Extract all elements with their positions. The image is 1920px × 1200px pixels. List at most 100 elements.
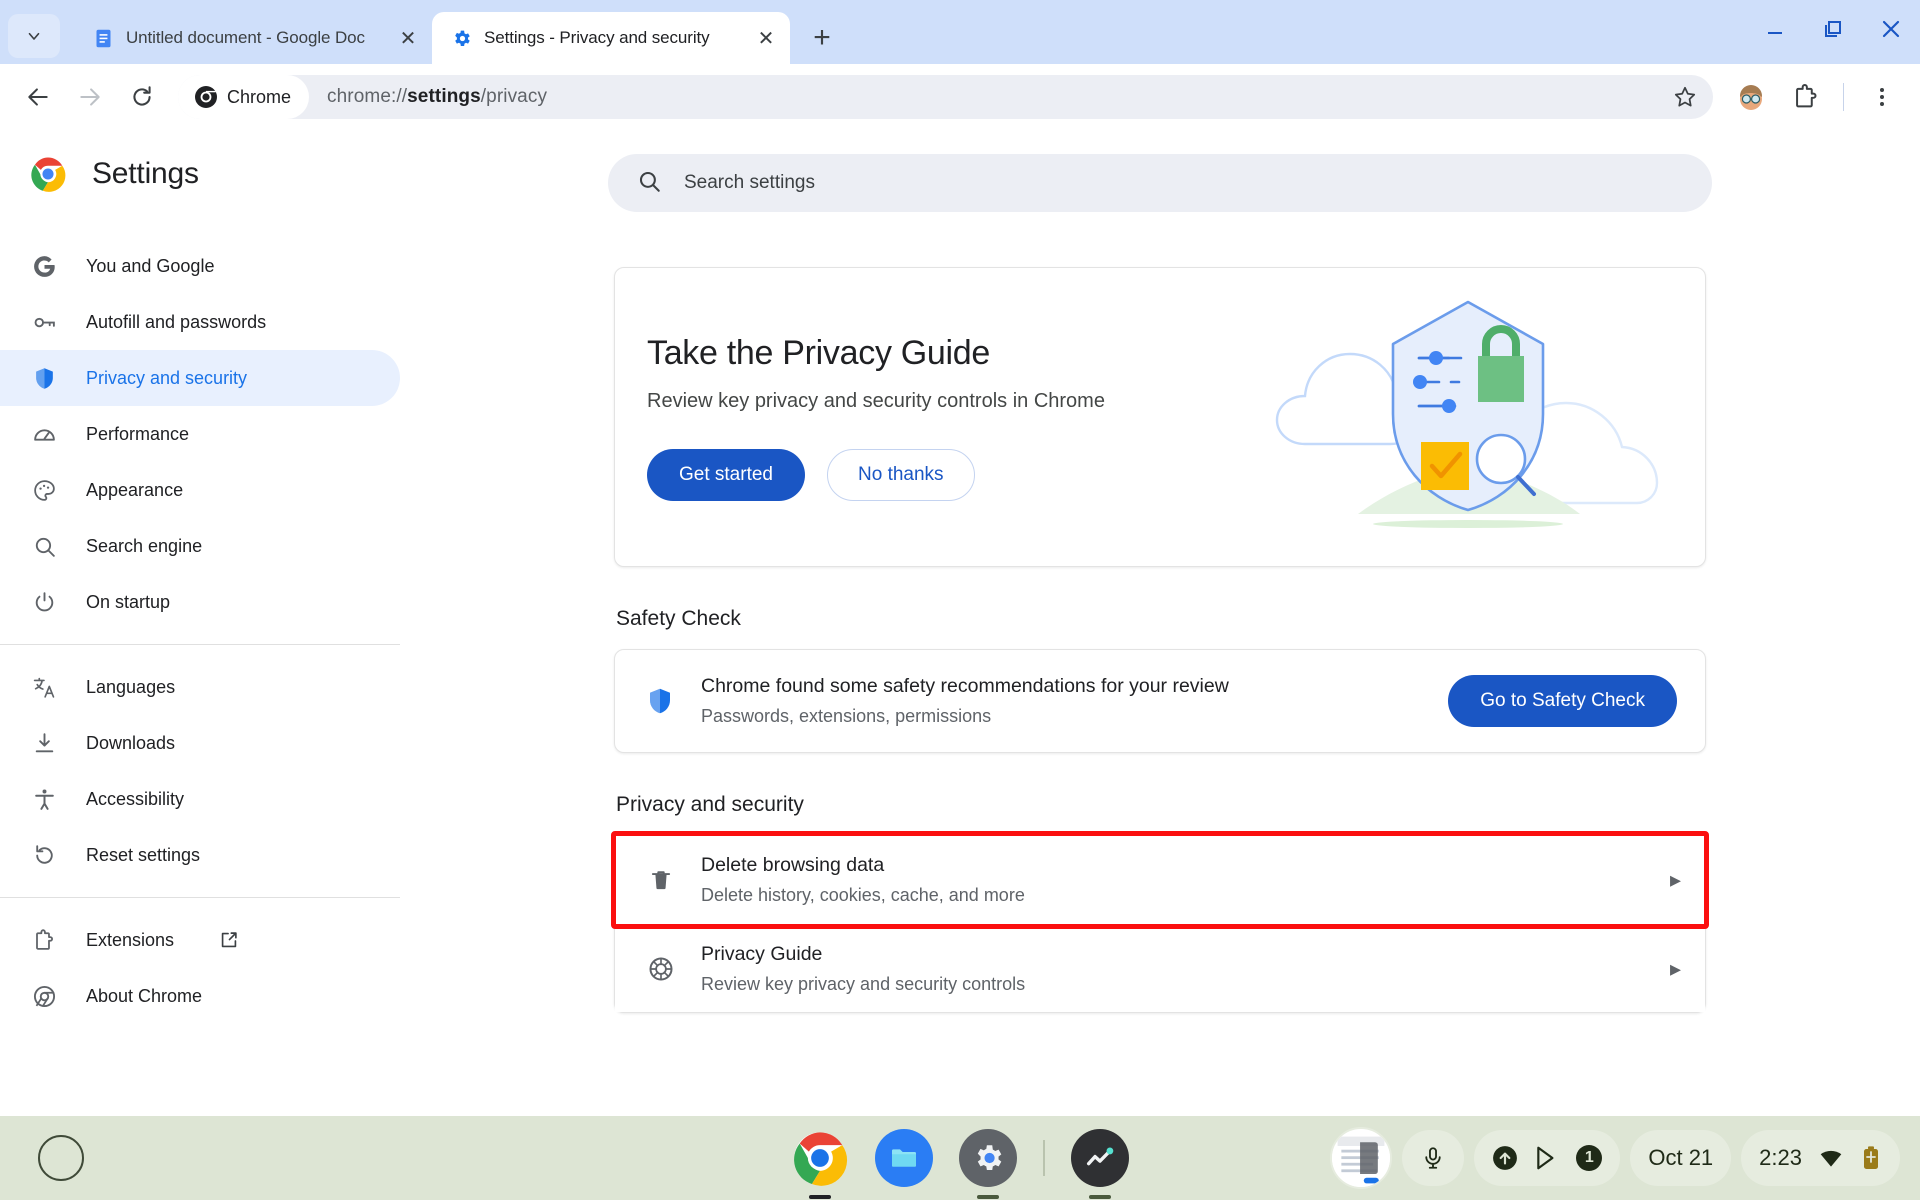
sidebar-item-extensions[interactable]: Extensions — [0, 912, 400, 968]
sidebar-item-about-chrome[interactable]: About Chrome — [0, 968, 400, 1024]
accessibility-icon — [30, 785, 58, 813]
shelf-date: Oct 21 — [1648, 1145, 1714, 1170]
sidebar-item-label: Autofill and passwords — [86, 311, 267, 332]
privacy-guide-promo-text: Take the Privacy Guide Review key privac… — [615, 334, 1105, 501]
sidebar-item-label: Search engine — [86, 535, 203, 556]
sidebar-item-label: On startup — [86, 591, 171, 612]
sidebar-item-privacy-and-security[interactable]: Privacy and security — [0, 350, 400, 406]
get-started-button[interactable]: Get started — [647, 448, 805, 501]
sidebar-item-label: Privacy and security — [86, 367, 248, 388]
status-area-tray-button[interactable]: 2:23 — [1741, 1130, 1900, 1186]
row-texts: Delete browsing data Delete history, coo… — [701, 854, 1670, 906]
privacy-and-security-card: Delete browsing data Delete history, coo… — [614, 835, 1706, 1013]
notification-count: 1 — [1584, 1149, 1594, 1166]
sidebar-item-on-startup[interactable]: On startup — [0, 574, 400, 630]
running-indicator — [1089, 1195, 1111, 1199]
go-to-safety-check-button[interactable]: Go to Safety Check — [1448, 675, 1677, 727]
chevron-right-icon[interactable]: ▸ — [1670, 956, 1681, 982]
row-delete-browsing-data[interactable]: Delete browsing data Delete history, coo… — [615, 836, 1705, 924]
extensions-button[interactable] — [1781, 73, 1829, 121]
settings-title: Settings — [92, 157, 199, 190]
back-arrow-icon — [28, 88, 48, 106]
row-subtitle: Delete history, cookies, cache, and more — [701, 885, 1025, 905]
safety-check-texts: Chrome found some safety recommendations… — [701, 675, 1448, 727]
google-g-icon — [30, 252, 58, 280]
row-texts: Privacy Guide Review key privacy and sec… — [701, 943, 1670, 995]
forward-arrow-icon — [80, 88, 100, 106]
key-icon — [30, 308, 58, 336]
notification-count-icon[interactable]: 1 — [1576, 1145, 1603, 1171]
minimize-icon — [1768, 32, 1782, 34]
sidebar-item-reset-settings[interactable]: Reset settings — [0, 827, 400, 883]
settings-brand: Settings — [0, 136, 400, 218]
search-icon — [30, 532, 58, 560]
three-dot-menu-icon — [1880, 88, 1884, 106]
settings-content: Take the Privacy Guide Review key privac… — [614, 267, 1706, 1013]
sidebar-item-label: You and Google — [86, 255, 215, 276]
tab-settings-privacy-and-security[interactable]: Settings - Privacy and security ✕ — [432, 12, 790, 64]
battery-charging-icon — [1864, 1146, 1878, 1169]
star-icon — [1674, 86, 1696, 107]
row-privacy-guide[interactable]: Privacy Guide Review key privacy and sec… — [615, 924, 1705, 1012]
status-icons-tray[interactable]: 1 — [1474, 1130, 1621, 1186]
back-button[interactable] — [14, 73, 62, 121]
sidebar-item-search-engine[interactable]: Search engine — [0, 518, 400, 574]
speedometer-icon — [30, 420, 58, 448]
bookmark-star-button[interactable] — [1665, 77, 1705, 117]
date-tray-button[interactable]: Oct 21 — [1630, 1130, 1732, 1186]
search-input[interactable]: Search settings — [608, 154, 1712, 212]
maximize-restore-button[interactable] — [1804, 0, 1862, 58]
files-app-icon[interactable] — [875, 1129, 933, 1187]
chevron-right-icon[interactable]: ▸ — [1670, 867, 1681, 893]
sidebar-item-accessibility[interactable]: Accessibility — [0, 771, 400, 827]
browser-window: Untitled document - Google Doc ✕ Setting… — [0, 0, 1920, 1200]
address-bar[interactable]: Chrome chrome://settings/privacy — [178, 75, 1713, 119]
toolbar-right-actions — [1727, 73, 1906, 121]
close-window-button[interactable] — [1862, 0, 1920, 58]
open-in-new-icon[interactable] — [218, 929, 240, 951]
sidebar-divider — [0, 644, 400, 645]
translate-icon — [30, 673, 58, 701]
safety-check-card: Chrome found some safety recommendations… — [614, 649, 1706, 753]
trash-icon — [645, 867, 677, 893]
power-icon — [30, 588, 58, 616]
tab-strip: Untitled document - Google Doc ✕ Setting… — [0, 0, 1920, 64]
minimize-button[interactable] — [1746, 0, 1804, 58]
sidebar-item-label: About Chrome — [86, 985, 203, 1006]
url-host: settings — [407, 86, 481, 107]
no-thanks-button[interactable]: No thanks — [827, 448, 975, 501]
microphone-icon — [1425, 1147, 1441, 1169]
download-icon — [30, 729, 58, 757]
extensions-puzzle-icon — [1796, 84, 1817, 108]
screenshot-preview-icon[interactable] — [1330, 1127, 1393, 1189]
forward-button[interactable] — [66, 73, 114, 121]
mic-tray-button[interactable] — [1402, 1130, 1465, 1186]
tab-untitled-document[interactable]: Untitled document - Google Doc ✕ — [74, 12, 432, 64]
url-text[interactable]: chrome://settings/privacy — [309, 86, 547, 108]
sidebar-item-autofill-and-passwords[interactable]: Autofill and passwords — [0, 294, 400, 350]
reload-button[interactable] — [118, 73, 166, 121]
sidebar-item-appearance[interactable]: Appearance — [0, 462, 400, 518]
chrome-menu-button[interactable] — [1858, 73, 1906, 121]
chrome-origin-chip[interactable]: Chrome — [178, 75, 310, 119]
close-icon[interactable]: ✕ — [394, 24, 422, 52]
url-prefix: chrome:// — [327, 86, 408, 107]
sidebar-item-you-and-google[interactable]: You and Google — [0, 238, 400, 294]
search-row: Search settings — [400, 130, 1920, 212]
close-icon[interactable]: ✕ — [752, 24, 780, 52]
chrome-app-icon[interactable] — [791, 1129, 849, 1199]
profile-avatar-button[interactable] — [1727, 73, 1775, 121]
sidebar-item-performance[interactable]: Performance — [0, 406, 400, 462]
safety-check-title: Chrome found some safety recommendations… — [701, 675, 1229, 697]
privacy-guide-promo-card: Take the Privacy Guide Review key privac… — [614, 267, 1706, 567]
sidebar-item-languages[interactable]: Languages — [0, 659, 400, 715]
sidebar-divider-2 — [0, 897, 400, 898]
chrome-logo-icon — [31, 157, 66, 192]
settings-app-icon[interactable] — [959, 1129, 1017, 1199]
tab-search-button[interactable] — [8, 14, 60, 58]
running-indicator — [977, 1195, 999, 1199]
new-tab-button[interactable]: + — [800, 16, 844, 60]
diagnostics-app-icon[interactable] — [1071, 1129, 1129, 1199]
sidebar-item-downloads[interactable]: Downloads — [0, 715, 400, 771]
row-title: Privacy Guide — [701, 942, 823, 965]
